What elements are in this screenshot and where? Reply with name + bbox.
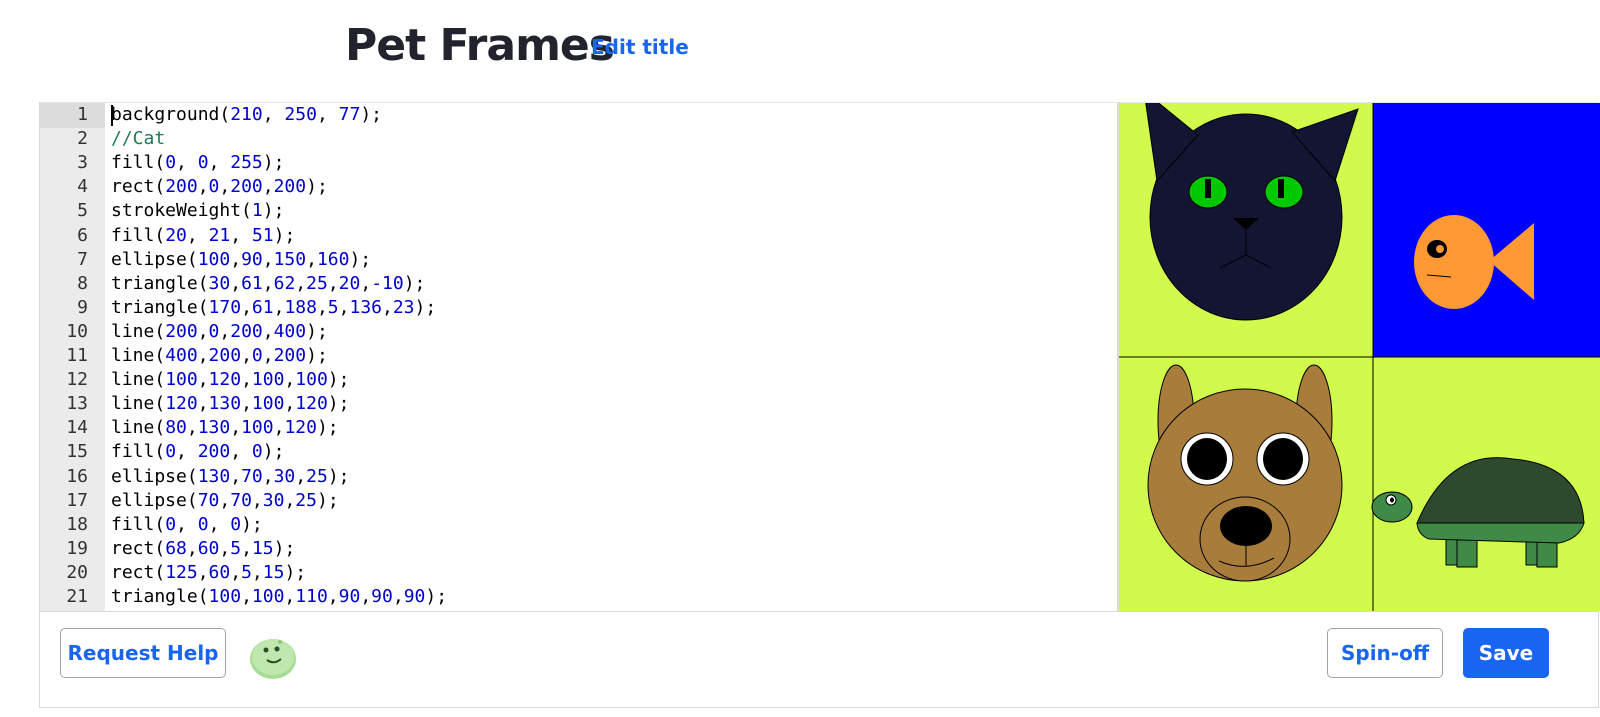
code-line: ellipse(70,70,30,25); [111,489,339,511]
code-line: //Cat [111,128,166,150]
fish-panel [1373,103,1600,357]
save-button[interactable]: Save [1463,628,1549,678]
line-number: 16 [66,465,88,487]
code-line: rect(125,60,5,15); [111,561,307,583]
code-line: fill(20, 21, 51); [111,224,296,246]
line-number: 17 [66,489,88,511]
editor-toolbar: Request Help Spin-off Save [40,611,1598,707]
code-line: triangle(100,100,110,90,90,90); [111,586,448,607]
line-number: 12 [66,369,88,391]
request-help-button[interactable]: Request Help [60,628,226,678]
text-cursor [111,105,113,126]
line-number: 10 [66,320,88,342]
program-editor: 1 2 3 4 5 6 7 8 9 10 11 12 13 14 15 16 17 18 19 20 21 backgr… [39,89,1600,708]
line-number: 15 [66,441,88,463]
line-number: 13 [66,393,88,415]
fish-body [1414,215,1494,309]
line-number: 5 [77,200,88,222]
code-line: line(120,130,100,120); [111,393,350,415]
title-bar: Pet Frames Edit title [0,0,1600,100]
code-line: fill(0, 0, 0); [111,513,263,535]
code-line: triangle(170,61,188,5,136,23); [111,296,437,318]
code-line: ellipse(100,90,150,160); [111,248,372,270]
code-line: ellipse(130,70,30,25); [111,465,350,487]
code-line: background(210, 250, 77); [111,104,382,125]
code-editor[interactable]: background(210, 250, 77);//Cat fill(0, 0,… [105,103,1117,611]
code-line: rect(200,0,200,200); [111,176,328,198]
canvas-drawing [1119,89,1600,611]
code-line: line(200,0,200,400); [111,320,328,342]
code-line: rect(68,60,5,15); [111,537,296,559]
line-number: 19 [66,537,88,559]
line-number: 18 [66,513,88,535]
line-number: 4 [77,176,88,198]
output-canvas[interactable] [1117,89,1600,611]
line-number: 14 [66,417,88,439]
code-line: line(100,120,100,100); [111,369,350,391]
line-number: 20 [66,561,88,583]
green-creature-avatar-icon[interactable] [248,632,298,682]
code-line: line(400,200,0,200); [111,345,328,366]
dog-drawing [1147,364,1343,582]
code-line: fill(0, 200, 0); [111,441,285,463]
code-line: strokeWeight(1); [111,200,285,222]
page-title: Pet Frames [345,20,615,71]
code-line: triangle(30,61,62,25,20,-10); [111,272,426,294]
edit-title-link[interactable]: Edit title [591,35,689,59]
code-line: fill(0, 0, 255); [111,152,285,174]
line-number-gutter: 1 2 3 4 5 6 7 8 9 10 11 12 13 14 15 16 17 18 19 20 21 [40,103,105,611]
spinoff-button[interactable]: Spin-off [1327,628,1443,678]
line-number: 11 [66,345,88,366]
line-number: 1 [40,103,105,128]
line-number: 8 [77,272,88,294]
line-number: 21 [66,586,88,607]
code-line: line(80,130,100,120); [111,417,339,439]
line-number: 7 [77,248,88,270]
line-number: 3 [77,152,88,174]
line-number: 6 [77,224,88,246]
dog-nose [1220,506,1272,546]
line-number: 9 [77,296,88,318]
line-number: 2 [77,128,88,150]
